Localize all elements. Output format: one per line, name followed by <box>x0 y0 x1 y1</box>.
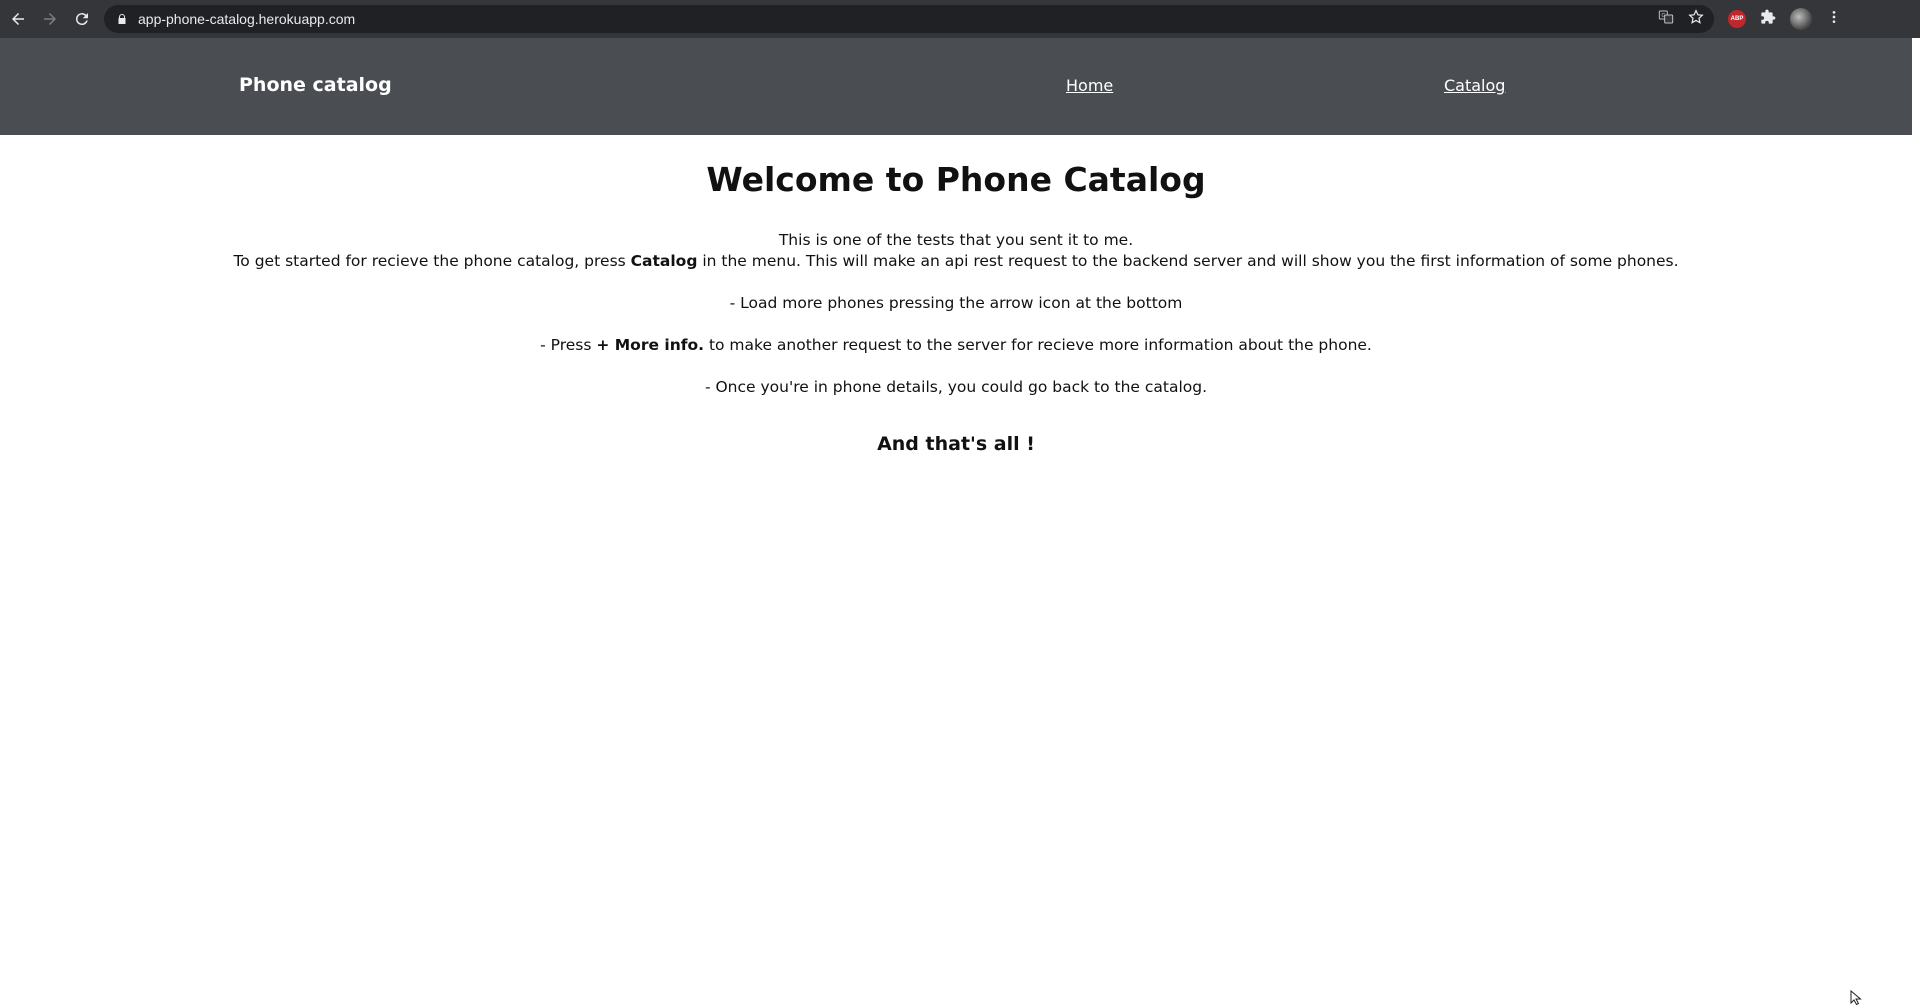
back-icon[interactable] <box>4 5 32 33</box>
svg-text:G: G <box>1661 13 1665 19</box>
main-content: Welcome to Phone Catalog This is one of … <box>0 135 1912 456</box>
intro-line-1: This is one of the tests that you sent i… <box>778 230 1134 249</box>
bullet-more-info: - Press + More info. to make another req… <box>0 335 1912 356</box>
puzzle-icon[interactable] <box>1760 9 1776 29</box>
adblock-icon[interactable]: ABP <box>1728 10 1746 28</box>
brand-title[interactable]: Phone catalog <box>239 74 392 96</box>
kebab-menu-icon[interactable] <box>1826 9 1842 29</box>
star-icon[interactable] <box>1688 9 1704 29</box>
translate-icon[interactable]: G <box>1658 9 1674 29</box>
closing-text: And that's all ! <box>877 432 1035 455</box>
profile-avatar[interactable] <box>1790 8 1812 30</box>
intro-line-2-post: in the menu. This will make an api rest … <box>697 251 1679 270</box>
browser-toolbar: app-phone-catalog.herokuapp.com G ABP <box>0 0 1920 38</box>
address-bar[interactable]: app-phone-catalog.herokuapp.com G <box>104 5 1714 33</box>
more-info-bold: + More info. <box>596 335 705 354</box>
reload-icon[interactable] <box>68 5 96 33</box>
lock-icon <box>116 10 128 29</box>
bullet-load-more: - Load more phones pressing the arrow ic… <box>729 293 1183 312</box>
adblock-label: ABP <box>1730 16 1744 22</box>
nav-link-home[interactable]: Home <box>1066 76 1113 95</box>
address-url[interactable]: app-phone-catalog.herokuapp.com <box>138 11 355 27</box>
bullet-go-back: - Once you're in phone details, you coul… <box>704 377 1208 396</box>
nav-link-catalog[interactable]: Catalog <box>1444 76 1505 95</box>
bullet-more-info-post: to make another request to the server fo… <box>704 335 1372 354</box>
page-title: Welcome to Phone Catalog <box>706 160 1206 199</box>
intro-catalog-bold: Catalog <box>630 251 698 270</box>
site-navbar: Phone catalog Home Catalog <box>0 38 1912 135</box>
page-scrollbar[interactable] <box>1912 38 1920 1005</box>
intro-line-2-pre: To get started for recieve the phone cat… <box>233 251 631 270</box>
mouse-cursor-icon <box>1850 990 1862 1005</box>
bullet-more-info-pre: - Press <box>540 335 597 354</box>
forward-icon[interactable] <box>36 5 64 33</box>
intro-text: This is one of the tests that you sent i… <box>0 230 1912 272</box>
